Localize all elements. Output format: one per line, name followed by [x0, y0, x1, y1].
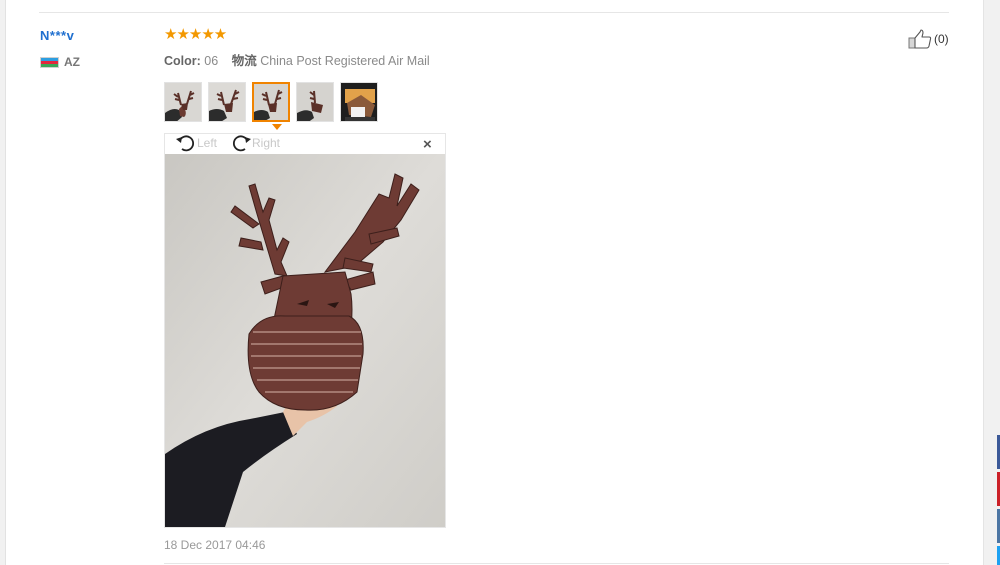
- thumbnail-photo-4[interactable]: [296, 82, 334, 122]
- thumbnail-photo-2[interactable]: [208, 82, 246, 122]
- review-date: 18 Dec 2017 04:46: [164, 538, 266, 552]
- selected-thumbnail-pointer: [272, 124, 282, 130]
- close-icon[interactable]: ×: [423, 137, 432, 153]
- rotate-left-icon: [176, 135, 195, 152]
- review-divider-bottom: [164, 563, 949, 564]
- color-value: 06: [204, 54, 219, 68]
- thumbnail-photo-5[interactable]: [340, 82, 378, 122]
- review-photo-large: [165, 154, 445, 527]
- review-divider-top: [39, 12, 949, 13]
- rotate-right-label: Right: [252, 136, 281, 150]
- color-label: Color:: [164, 54, 201, 68]
- thumbs-up-icon: [908, 29, 932, 49]
- like-count: (0): [934, 32, 949, 46]
- reviewer-name[interactable]: N***v: [40, 28, 74, 43]
- thumbnail-photo-1[interactable]: [164, 82, 202, 122]
- page-right-gutter: [983, 0, 1000, 565]
- order-info: Color: 06 物流 China Post Registered Air M…: [164, 50, 430, 69]
- rotate-right-icon: [232, 135, 251, 152]
- review-photo-thumbnails: [164, 82, 378, 122]
- reviewer-country: AZ: [64, 55, 80, 69]
- rotate-left-label: Left: [197, 136, 218, 150]
- photo-viewer: Left Right ×: [164, 133, 446, 528]
- page-left-border: [0, 0, 6, 565]
- azerbaijan-flag-icon: [40, 57, 59, 68]
- like-button[interactable]: (0): [908, 29, 949, 49]
- shipping-value: China Post Registered Air Mail: [260, 54, 430, 68]
- thumbnail-photo-3[interactable]: [252, 82, 290, 122]
- rotate-left-button[interactable]: Left: [175, 134, 217, 152]
- shipping-label: 物流: [231, 54, 257, 68]
- photo-viewer-toolbar: Left Right ×: [165, 134, 445, 154]
- rating-stars: ★★★★★: [164, 26, 227, 43]
- rotate-right-button[interactable]: Right: [230, 134, 280, 152]
